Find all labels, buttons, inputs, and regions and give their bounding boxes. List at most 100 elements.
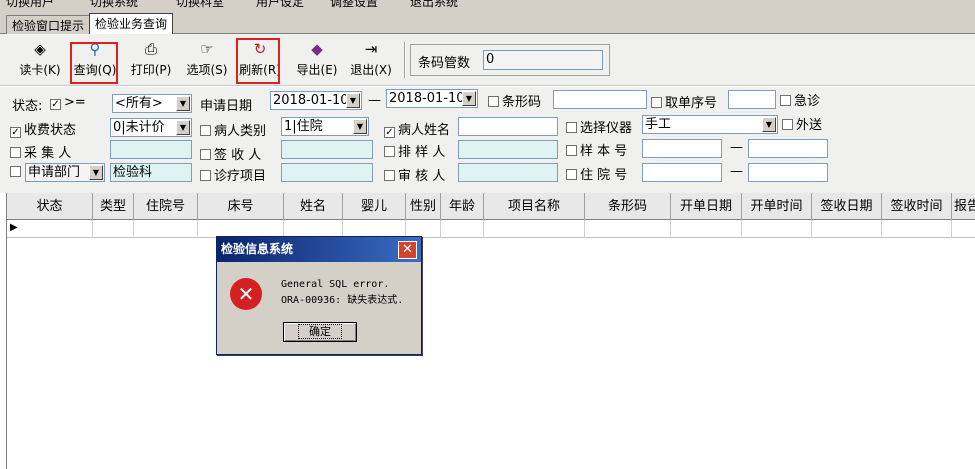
menu-adjust-settings[interactable]: 调整设置 [330, 0, 378, 8]
print-button[interactable]: ⎙ 打印(P) [126, 40, 176, 82]
col-order-time[interactable]: 开单时间 [742, 193, 812, 220]
ok-button[interactable]: 确定 [283, 322, 357, 342]
barcode-count-panel: 条码管数 0 [410, 44, 610, 76]
sample-no-to-input[interactable] [748, 139, 828, 158]
sorter-checkbox[interactable]: 排 样 人 [384, 141, 445, 160]
menu-exit-system[interactable]: 退出系统 [410, 0, 458, 8]
treatment-input[interactable] [281, 163, 373, 182]
chevron-down-icon: ▼ [89, 165, 103, 180]
chevron-down-icon: ▼ [353, 119, 367, 134]
urgent-checkbox[interactable]: 急诊 [780, 90, 820, 109]
sample-no-checkbox[interactable]: 样 本 号 [566, 140, 627, 159]
sorter-input[interactable] [458, 140, 558, 159]
col-item-name[interactable]: 项目名称 [484, 193, 585, 220]
chevron-down-icon: ▼ [346, 93, 360, 108]
error-message-line1: General SQL error. [281, 279, 390, 290]
order-no-checkbox[interactable]: 取单序号 [651, 92, 717, 111]
date-range-separator: — [368, 93, 381, 108]
col-receive-time[interactable]: 签收时间 [882, 193, 952, 220]
read-card-button[interactable]: ◈ 读卡(K) [14, 40, 66, 82]
dept-checkbox[interactable] [10, 165, 24, 180]
col-barcode[interactable]: 条形码 [585, 193, 671, 220]
external-checkbox[interactable]: 外送 [782, 114, 822, 133]
receiver-checkbox[interactable]: 签 收 人 [200, 144, 261, 163]
grid-cell[interactable] [441, 220, 484, 238]
inpatient-no-to-input[interactable] [748, 163, 828, 182]
close-icon[interactable]: ✕ [398, 241, 417, 259]
col-inpatient-no[interactable]: 住院号 [134, 193, 198, 220]
col-infant[interactable]: 婴儿 [343, 193, 406, 220]
export-button[interactable]: ◆ 导出(E) [292, 40, 342, 82]
patient-name-input[interactable] [458, 117, 558, 136]
menu-switch-user[interactable]: 切换用户 [6, 0, 54, 8]
collector-input[interactable] [110, 140, 192, 159]
date-to-picker[interactable]: 2018-01-10 ▼ [386, 89, 478, 108]
chevron-down-icon: ▼ [176, 96, 190, 111]
collector-checkbox[interactable]: 采 集 人 [10, 142, 71, 161]
tab-lab-window-tips[interactable]: 检验窗口提示 [6, 15, 91, 34]
date-from-picker[interactable]: 2018-01-10 ▼ [270, 91, 362, 110]
col-receive-date[interactable]: 签收日期 [812, 193, 882, 220]
patient-name-checkbox[interactable]: ✓ 病人姓名 [384, 119, 450, 138]
col-type[interactable]: 类型 [93, 193, 134, 220]
inpatient-no-from-input[interactable] [642, 163, 722, 182]
instrument-select[interactable]: 手工 ▼ [642, 115, 778, 134]
barcode-count-field: 0 [483, 50, 603, 70]
exit-icon: ⇥ [364, 40, 378, 58]
fee-status-checkbox[interactable]: ✓ 收费状态 [10, 119, 76, 138]
reviewer-checkbox[interactable]: 审 核 人 [384, 165, 445, 184]
top-menu-bar: 切换用户 切换系统 切换科室 用户设定 调整设置 退出系统 [0, 0, 975, 8]
grid-cell[interactable] [484, 220, 585, 238]
sample-no-from-input[interactable] [642, 139, 722, 158]
col-order-date[interactable]: 开单日期 [671, 193, 742, 220]
grid-cell[interactable] [812, 220, 882, 238]
apply-date-label: 申请日期 [200, 99, 253, 114]
error-icon: ✕ [230, 278, 262, 310]
error-dialog: 检验信息系统 ✕ ✕ General SQL error. ORA-00936:… [216, 236, 422, 355]
exit-button[interactable]: ⇥ 退出(X) [346, 40, 396, 82]
dept-input[interactable]: 检验科 [110, 163, 192, 182]
patient-type-select[interactable]: 1|住院 ▼ [281, 117, 369, 136]
patient-type-checkbox[interactable]: 病人类别 [200, 120, 266, 139]
order-no-input[interactable] [728, 90, 776, 109]
tab-lab-business-query[interactable]: 检验业务查询 [89, 13, 174, 35]
instrument-checkbox[interactable]: 选择仪器 [566, 117, 632, 136]
grid-cell[interactable] [882, 220, 952, 238]
inpatient-no-checkbox[interactable]: 住 院 号 [566, 164, 627, 183]
toolbar-separator [404, 42, 406, 78]
receiver-input[interactable] [281, 140, 373, 159]
col-name[interactable]: 姓名 [284, 193, 343, 220]
menu-switch-dept[interactable]: 切换科室 [176, 0, 224, 8]
grid-cell[interactable] [93, 220, 134, 238]
grid-cell[interactable] [134, 220, 198, 238]
grid-cell[interactable] [671, 220, 742, 238]
toolbar: ◈ 读卡(K) ⚲ 查询(Q) ⎙ 打印(P) ☞ 选项(S) ↻ 刷新(R) … [0, 34, 975, 86]
col-age[interactable]: 年龄 [441, 193, 484, 220]
col-report[interactable]: 报告 [952, 193, 975, 220]
dialog-title[interactable]: 检验信息系统 [217, 237, 421, 262]
menu-user-settings[interactable]: 用户设定 [256, 0, 304, 8]
col-bed-no[interactable]: 床号 [198, 193, 284, 220]
status-op-checkbox[interactable]: ✓ >= [50, 95, 86, 110]
reviewer-input[interactable] [458, 163, 558, 182]
dept-select[interactable]: 申请部门 ▼ [25, 163, 105, 182]
chevron-down-icon: ▼ [762, 117, 776, 132]
col-gender[interactable]: 性别 [406, 193, 441, 220]
row-indicator-cell: ▶ [7, 220, 93, 238]
barcode-checkbox[interactable]: 条形码 [488, 91, 541, 110]
grid-header: 状态 类型 住院号 床号 姓名 婴儿 性别 年龄 项目名称 条形码 开单日期 开… [7, 193, 975, 220]
options-icon: ☞ [200, 40, 214, 58]
table-row[interactable]: ▶ [7, 220, 975, 238]
query-highlight-box [70, 42, 118, 84]
grid-cell[interactable] [742, 220, 812, 238]
inpatient-no-separator: — [730, 164, 743, 179]
status-select[interactable]: <所有> ▼ [112, 94, 192, 113]
col-status[interactable]: 状态 [7, 193, 93, 220]
menu-switch-system[interactable]: 切换系统 [90, 0, 138, 8]
results-grid[interactable]: 状态 类型 住院号 床号 姓名 婴儿 性别 年龄 项目名称 条形码 开单日期 开… [6, 193, 975, 469]
grid-cell[interactable] [585, 220, 671, 238]
treatment-checkbox[interactable]: 诊疗项目 [200, 165, 266, 184]
fee-status-select[interactable]: 0|未计价 ▼ [110, 118, 192, 137]
options-button[interactable]: ☞ 选项(S) [182, 40, 232, 82]
barcode-input[interactable] [553, 90, 647, 109]
